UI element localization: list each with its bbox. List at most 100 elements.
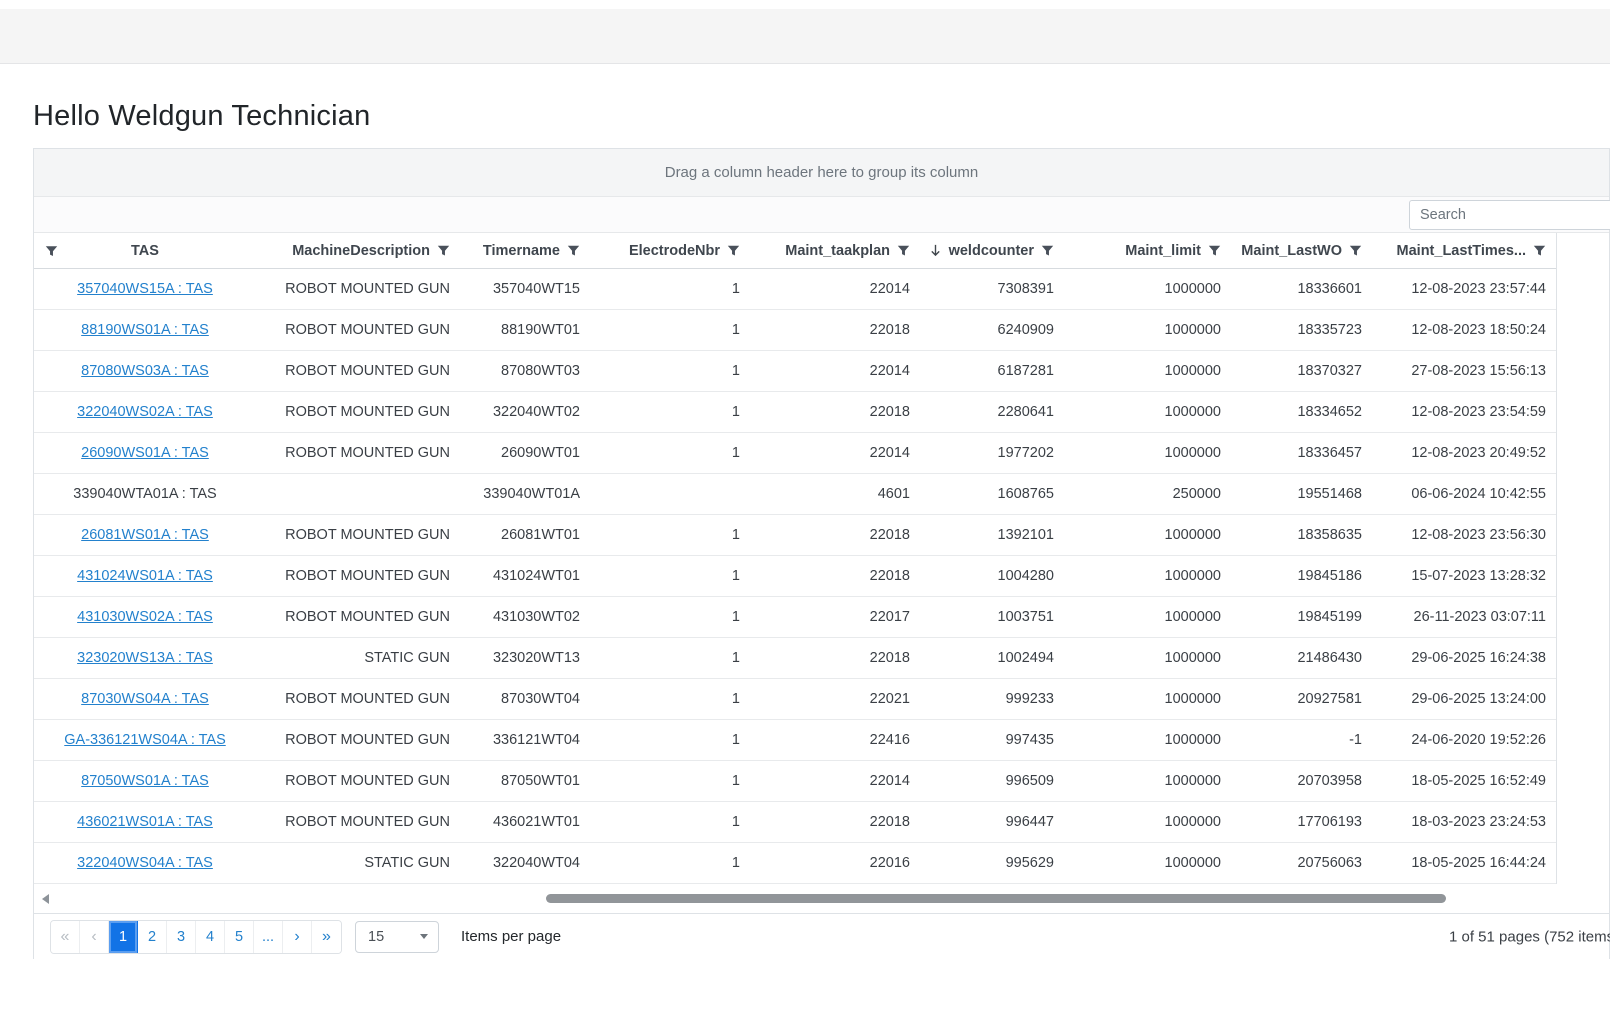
- table-row: 436021WS01A : TASROBOT MOUNTED GUN436021…: [34, 802, 1556, 843]
- column-header-tas[interactable]: TAS: [34, 233, 256, 268]
- cell-taakplan: 22014: [750, 363, 920, 379]
- cell-weld: 1608765: [920, 486, 1064, 502]
- page-button-5[interactable]: 5: [225, 921, 254, 953]
- cell-weld: 1003751: [920, 609, 1064, 625]
- table-row: 88190WS01A : TASROBOT MOUNTED GUN88190WT…: [34, 310, 1556, 351]
- table-body: 357040WS15A : TASROBOT MOUNTED GUN357040…: [34, 269, 1609, 884]
- cell-machine: ROBOT MOUNTED GUN: [256, 445, 460, 461]
- sort-desc-icon: [929, 243, 942, 258]
- search-input[interactable]: [1409, 200, 1610, 230]
- filter-icon[interactable]: [1533, 244, 1546, 257]
- cell-tas: 431030WS02A : TAS: [34, 609, 256, 625]
- table-row: 87080WS03A : TASROBOT MOUNTED GUN87080WT…: [34, 351, 1556, 392]
- table-row: 322040WS04A : TASSTATIC GUN322040WT04122…: [34, 843, 1556, 884]
- cell-taakplan: 22021: [750, 691, 920, 707]
- first-page-button[interactable]: «: [51, 921, 80, 953]
- cell-limit: 1000000: [1064, 814, 1231, 830]
- cell-timer: 431030WT02: [460, 609, 590, 625]
- column-header-row: TASMachineDescriptionTimernameElectrodeN…: [34, 233, 1556, 269]
- cell-weld: 999233: [920, 691, 1064, 707]
- page-button-2[interactable]: 2: [138, 921, 167, 953]
- cell-last: 12-08-2023 18:50:24: [1372, 322, 1556, 338]
- cell-lastwo: 19845186: [1231, 568, 1372, 584]
- column-header-weld[interactable]: weldcounter: [920, 233, 1064, 268]
- tas-link[interactable]: 322040WS02A : TAS: [77, 404, 213, 420]
- cell-taakplan: 22016: [750, 855, 920, 871]
- column-header-limit[interactable]: Maint_limit: [1064, 233, 1231, 268]
- prev-page-button[interactable]: ‹: [80, 921, 109, 953]
- filter-icon[interactable]: [897, 244, 910, 257]
- tas-link[interactable]: 87030WS04A : TAS: [81, 691, 209, 707]
- cell-limit: 1000000: [1064, 609, 1231, 625]
- filter-icon[interactable]: [45, 244, 58, 257]
- tas-link[interactable]: 88190WS01A : TAS: [81, 322, 209, 338]
- tas-link[interactable]: 431030WS02A : TAS: [77, 609, 213, 625]
- tas-link[interactable]: 436021WS01A : TAS: [77, 814, 213, 830]
- cell-last: 27-08-2023 15:56:13: [1372, 363, 1556, 379]
- page-button-4[interactable]: 4: [196, 921, 225, 953]
- more-pages-button[interactable]: ...: [254, 921, 283, 953]
- cell-limit: 1000000: [1064, 732, 1231, 748]
- cell-tas: 26090WS01A : TAS: [34, 445, 256, 461]
- cell-weld: 997435: [920, 732, 1064, 748]
- last-page-button[interactable]: »: [312, 921, 341, 953]
- cell-last: 18-05-2025 16:52:49: [1372, 773, 1556, 789]
- tas-link[interactable]: 87080WS03A : TAS: [81, 363, 209, 379]
- filter-icon[interactable]: [727, 244, 740, 257]
- table-row: 357040WS15A : TASROBOT MOUNTED GUN357040…: [34, 269, 1556, 310]
- cell-lastwo: 19845199: [1231, 609, 1372, 625]
- cell-taakplan: 22018: [750, 527, 920, 543]
- cell-tas: GA-336121WS04A : TAS: [34, 732, 256, 748]
- page-size-select[interactable]: 15: [355, 921, 439, 953]
- column-header-machine[interactable]: MachineDescription: [256, 233, 460, 268]
- cell-lastwo: 19551468: [1231, 486, 1372, 502]
- cell-lastwo: 17706193: [1231, 814, 1372, 830]
- cell-electrode: 1: [590, 855, 750, 871]
- filter-icon[interactable]: [1208, 244, 1221, 257]
- cell-timer: 26090WT01: [460, 445, 590, 461]
- cell-last: 15-07-2023 13:28:32: [1372, 568, 1556, 584]
- cell-weld: 996447: [920, 814, 1064, 830]
- cell-lastwo: -1: [1231, 732, 1372, 748]
- column-header-timer[interactable]: Timername: [460, 233, 590, 268]
- filter-icon[interactable]: [1349, 244, 1362, 257]
- column-header-taakplan[interactable]: Maint_taakplan: [750, 233, 920, 268]
- items-per-page-label: Items per page: [461, 928, 561, 945]
- tas-link[interactable]: 322040WS04A : TAS: [77, 855, 213, 871]
- cell-machine: ROBOT MOUNTED GUN: [256, 814, 460, 830]
- cell-last: 18-05-2025 16:44:24: [1372, 855, 1556, 871]
- page-button-1[interactable]: 1: [109, 921, 138, 953]
- table-row: 26090WS01A : TAS ROBOT MOUNTED GUN26090WT…: [34, 433, 1556, 474]
- column-header-last[interactable]: Maint_LastTimes...: [1372, 233, 1556, 268]
- group-panel-dropzone[interactable]: Drag a column header here to group its c…: [34, 149, 1609, 197]
- cell-electrode: 1: [590, 691, 750, 707]
- cell-taakplan: 4601: [750, 486, 920, 502]
- next-page-button[interactable]: ›: [283, 921, 312, 953]
- table-row: 323020WS13A : TASSTATIC GUN323020WT13122…: [34, 638, 1556, 679]
- cell-lastwo: 18336457: [1231, 445, 1372, 461]
- tas-link[interactable]: 323020WS13A : TAS: [77, 650, 213, 666]
- cell-last: 18-03-2023 23:24:53: [1372, 814, 1556, 830]
- cell-last: 29-06-2025 13:24:00: [1372, 691, 1556, 707]
- tas-link[interactable]: 26090WS01A : TAS: [81, 445, 209, 461]
- cell-electrode: 1: [590, 732, 750, 748]
- scroll-left-icon[interactable]: [42, 894, 49, 904]
- tas-link[interactable]: 87050WS01A : TAS: [81, 773, 209, 789]
- cell-electrode: 1: [590, 609, 750, 625]
- cell-taakplan: 22017: [750, 609, 920, 625]
- scrollbar-thumb[interactable]: [546, 894, 1446, 903]
- column-header-lastwo[interactable]: Maint_LastWO: [1231, 233, 1372, 268]
- horizontal-scrollbar[interactable]: [34, 884, 1609, 913]
- tas-link[interactable]: 26081WS01A : TAS: [81, 527, 209, 543]
- page-button-3[interactable]: 3: [167, 921, 196, 953]
- tas-link[interactable]: GA-336121WS04A : TAS: [64, 732, 225, 748]
- cell-machine: STATIC GUN: [256, 855, 460, 871]
- filter-icon[interactable]: [437, 244, 450, 257]
- cell-machine: STATIC GUN: [256, 650, 460, 666]
- grid-toolbar: [34, 197, 1609, 233]
- filter-icon[interactable]: [567, 244, 580, 257]
- filter-icon[interactable]: [1041, 244, 1054, 257]
- tas-link[interactable]: 357040WS15A : TAS: [77, 281, 213, 297]
- tas-link[interactable]: 431024WS01A : TAS: [77, 568, 213, 584]
- column-header-electrode[interactable]: ElectrodeNbr: [590, 233, 750, 268]
